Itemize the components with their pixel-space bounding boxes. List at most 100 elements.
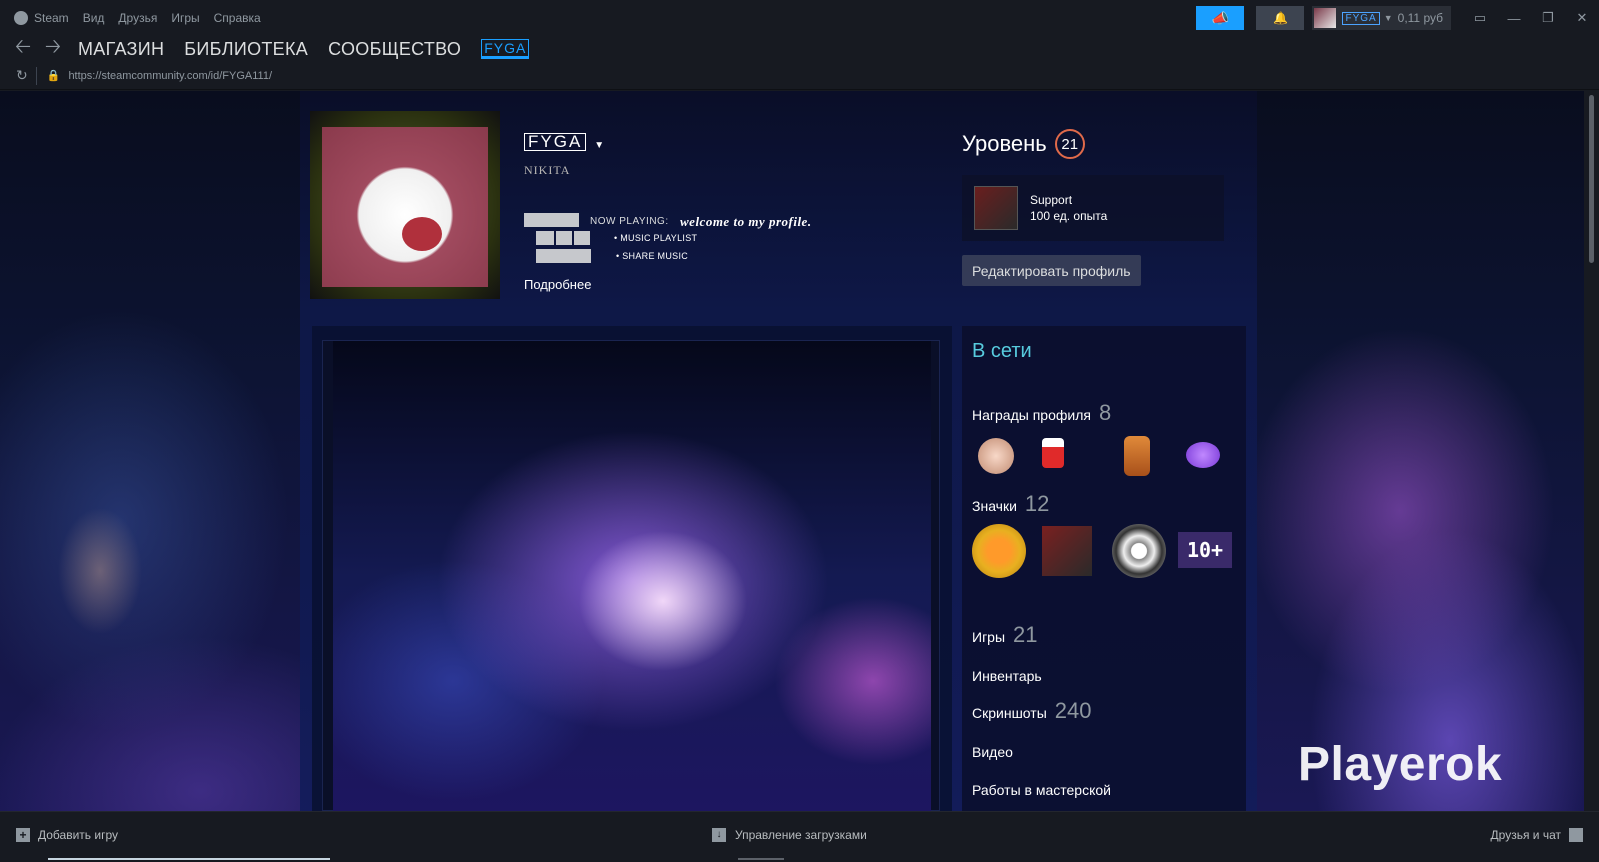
profile-avatar <box>322 127 488 287</box>
url-bar: ↻ 🔒 https://steamcommunity.com/id/FYGA11… <box>0 62 1599 90</box>
pixel-block <box>536 249 591 263</box>
share-music-link[interactable]: • SHARE MUSIC <box>616 251 688 261</box>
nav-library[interactable]: БИБЛИОТЕКА <box>184 39 308 60</box>
awards-label: Награды профиля <box>972 407 1091 423</box>
announcements-button[interactable]: 📣 <box>1196 6 1245 30</box>
notifications-button[interactable]: 🔔 <box>1256 6 1305 30</box>
bottom-bar: + Добавить игру ↓ Управление загрузками … <box>0 811 1599 862</box>
now-playing-label: NOW PLAYING: <box>590 216 669 227</box>
background-figure <box>20 471 190 681</box>
main-menu: Steam Вид Друзья Игры Справка <box>0 11 275 25</box>
years-of-service-badge-icon[interactable]: 10+ <box>1178 532 1232 568</box>
brain-award-icon[interactable] <box>978 438 1014 474</box>
music-playlist-link[interactable]: • MUSIC PLAYLIST <box>614 233 697 243</box>
nav-links: МАГАЗИН БИБЛИОТЕКА СООБЩЕСТВО FYGA <box>78 39 549 60</box>
screenshots-count: 240 <box>1054 698 1092 723</box>
big-picture-icon[interactable]: ▭ <box>1463 10 1497 26</box>
steam-client-window: Steam Вид Друзья Игры Справка 📣 🔔 FYGA ▼… <box>0 0 1599 862</box>
menu-help[interactable]: Справка <box>214 11 261 25</box>
edit-profile-button[interactable]: Редактировать профиль <box>962 255 1141 286</box>
chevron-down-icon: ▼ <box>1383 13 1393 23</box>
pixel-block <box>524 213 579 227</box>
menu-view[interactable]: Вид <box>83 11 105 25</box>
persona-name: FYGA <box>524 133 587 151</box>
back-arrow-icon[interactable]: 🡠 <box>8 32 38 66</box>
nav-community[interactable]: СООБЩЕСТВО <box>328 39 461 60</box>
screenshots-label: Скриншоты <box>972 705 1047 721</box>
account-avatar <box>1314 8 1337 28</box>
maximize-icon[interactable]: ❐ <box>1531 10 1565 26</box>
workshop-section[interactable]: Работы в мастерской <box>972 782 1111 798</box>
download-progress-marker <box>738 858 784 860</box>
profile-page: FYGA ▼ NIKITA NOW PLAYING: welcome to my… <box>0 91 1584 811</box>
url-text[interactable]: https://steamcommunity.com/id/FYGA111/ <box>68 70 272 82</box>
playerok-watermark: Playerok <box>1298 738 1503 791</box>
games-count: 21 <box>1013 622 1038 647</box>
window-controls: ▭ — ❐ ✕ <box>1463 10 1599 26</box>
badges-label: Значки <box>972 498 1017 514</box>
title-bar-right: 📣 🔔 FYGA ▼ 0,11 руб ▭ — ❐ ✕ <box>1196 0 1599 36</box>
now-playing-summary: NOW PLAYING: welcome to my profile. • MU… <box>524 213 844 265</box>
download-icon: ↓ <box>712 828 726 842</box>
profile-content: FYGA ▼ NIKITA NOW PLAYING: welcome to my… <box>300 91 1257 811</box>
title-bar: Steam Вид Друзья Игры Справка 📣 🔔 FYGA ▼… <box>0 0 1599 36</box>
play-icon <box>556 231 572 245</box>
games-label: Игры <box>972 629 1006 645</box>
bell-icon: 🔔 <box>1273 11 1288 25</box>
video-label: Видео <box>972 744 1013 760</box>
screenshots-section[interactable]: Скриншоты 240 <box>972 698 1091 724</box>
name-history-dropdown-icon[interactable]: ▼ <box>594 140 604 151</box>
persona-name-row: FYGA ▼ <box>524 133 604 151</box>
friends-icon <box>1569 828 1583 842</box>
profile-right-panel: В сети Награды профиля 8 Значки 12 10+ И… <box>962 326 1246 811</box>
megaphone-icon: 📣 <box>1211 9 1230 26</box>
downloads-button[interactable]: ↓ Управление загрузками <box>712 828 867 842</box>
inventory-label: Инвентарь <box>972 668 1042 684</box>
nav-bar: 🡠 🡢 МАГАЗИН БИБЛИОТЕКА СООБЩЕСТВО FYGA <box>0 36 1599 62</box>
menu-steam[interactable]: Steam <box>34 11 69 25</box>
online-status: В сети <box>972 340 1032 362</box>
games-section[interactable]: Игры 21 <box>972 622 1038 648</box>
friends-label: Друзья и чат <box>1490 828 1561 842</box>
steam-logo-icon <box>14 11 28 25</box>
pixel-block <box>574 231 590 245</box>
nav-profile[interactable]: FYGA <box>481 39 530 59</box>
hands-award-icon[interactable] <box>1186 442 1220 468</box>
nav-store[interactable]: МАГАЗИН <box>78 39 164 60</box>
add-game-button[interactable]: + Добавить игру <box>16 828 118 842</box>
download-progress-bar <box>48 858 330 860</box>
minimize-icon[interactable]: — <box>1497 11 1531 26</box>
more-info-link[interactable]: Подробнее <box>524 277 591 292</box>
friends-chat-button[interactable]: Друзья и чат <box>1491 828 1583 842</box>
bottle-award-icon[interactable] <box>1042 438 1064 468</box>
forward-arrow-icon[interactable]: 🡢 <box>38 32 68 66</box>
pixel-block <box>536 231 554 245</box>
menu-games[interactable]: Игры <box>171 11 199 25</box>
badges-count: 12 <box>1024 491 1050 516</box>
inventory-section[interactable]: Инвентарь <box>972 668 1042 684</box>
gold-coin-badge-icon[interactable] <box>972 524 1026 578</box>
badge-xp: 100 ед. опыта <box>1030 209 1108 223</box>
account-menu[interactable]: FYGA ▼ 0,11 руб <box>1312 6 1451 30</box>
badges-section[interactable]: Значки 12 <box>972 491 1049 517</box>
real-name: NIKITA <box>524 163 571 177</box>
level-row: Уровень 21 <box>962 129 1085 159</box>
add-game-label: Добавить игру <box>38 828 118 842</box>
now-playing-value: welcome to my profile. <box>680 214 812 229</box>
close-icon[interactable]: ✕ <box>1565 10 1599 26</box>
level-badge[interactable]: 21 <box>1054 129 1085 159</box>
refresh-icon[interactable]: ↻ <box>16 67 28 84</box>
favorite-badge[interactable]: Support 100 ед. опыта <box>962 175 1224 241</box>
menu-friends[interactable]: Друзья <box>118 11 157 25</box>
video-section[interactable]: Видео <box>972 744 1013 760</box>
showcase-artwork[interactable] <box>333 341 931 811</box>
account-name: FYGA <box>1342 11 1380 25</box>
mascot-award-icon[interactable] <box>1124 436 1150 476</box>
scrollbar-thumb[interactable] <box>1589 95 1594 263</box>
page-scrollbar[interactable] <box>1584 91 1599 811</box>
awards-section[interactable]: Награды профиля 8 <box>972 400 1111 426</box>
wallet-balance: 0,11 руб <box>1397 11 1443 25</box>
dota2-badge-small-icon[interactable] <box>1042 526 1092 576</box>
workshop-label: Работы в мастерской <box>972 782 1111 798</box>
portal-badge-icon[interactable] <box>1112 524 1166 578</box>
